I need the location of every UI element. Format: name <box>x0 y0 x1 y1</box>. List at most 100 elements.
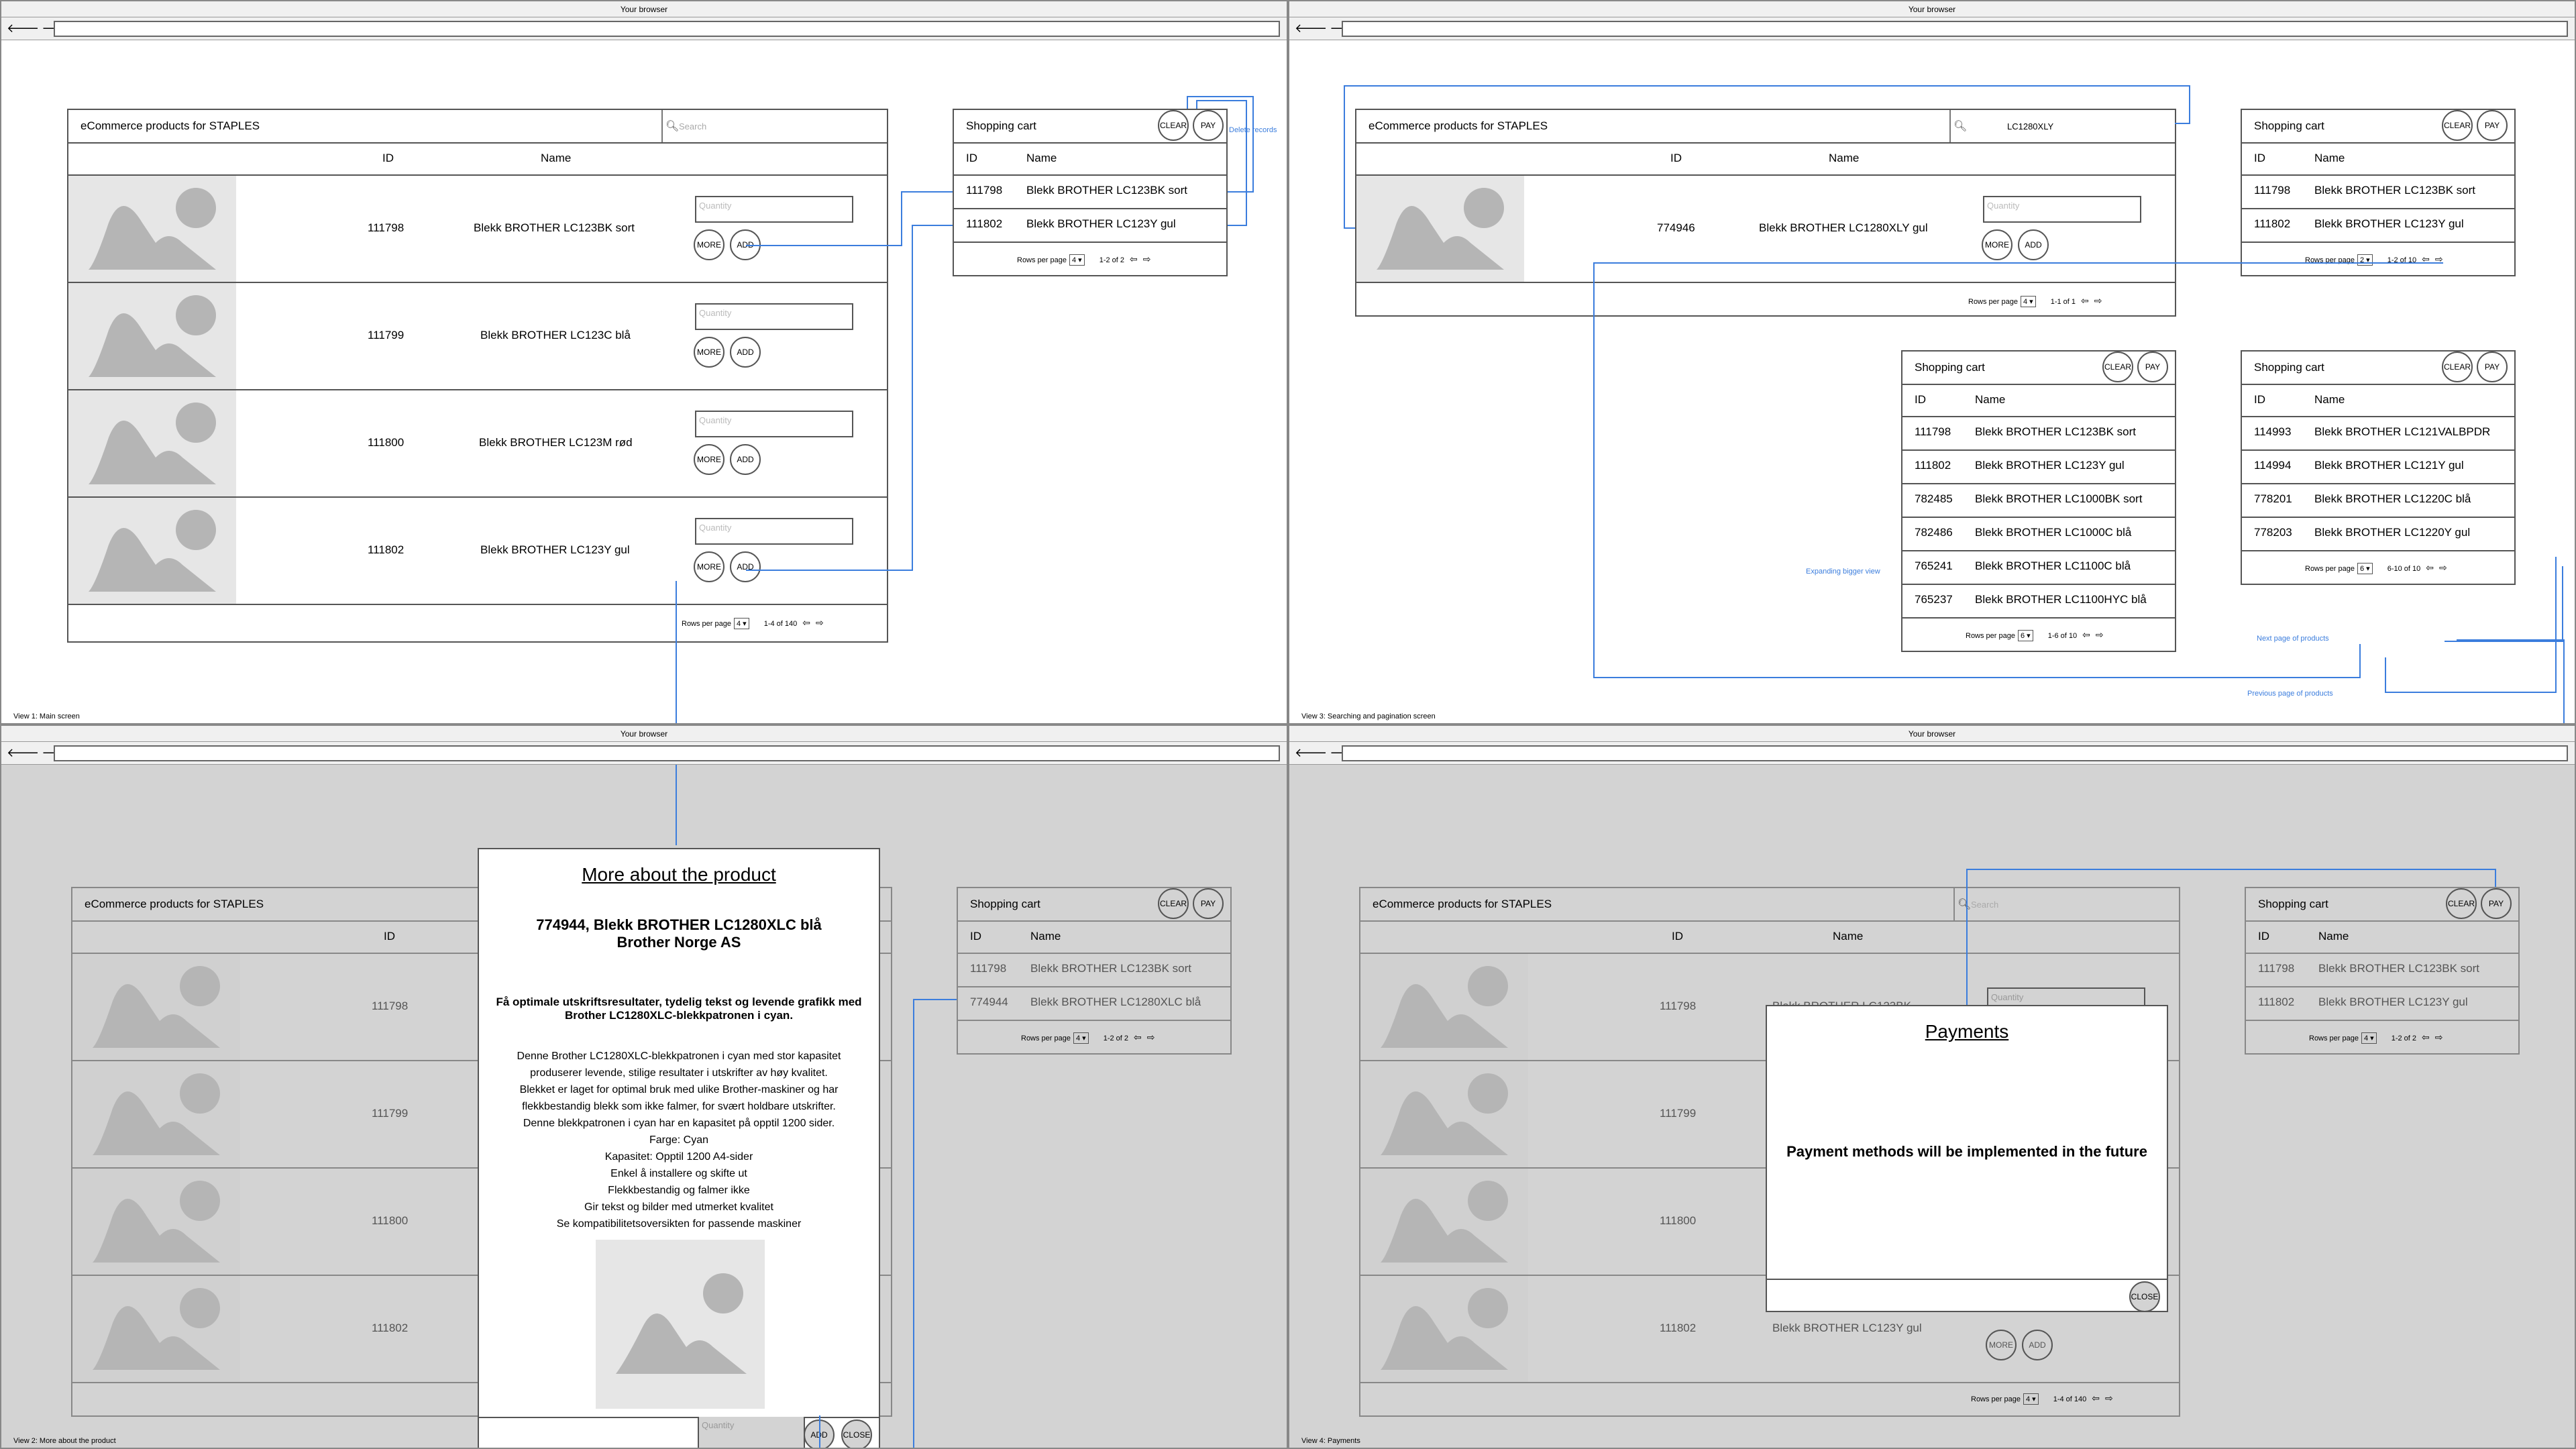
cart-row[interactable]: 114993 Blekk BROTHER LC121VALBPDR <box>2242 417 2514 451</box>
prev-page-icon[interactable]: ⇦ <box>1134 1032 1142 1042</box>
cart-row[interactable]: 765237 Blekk BROTHER LC1100HYC blå <box>1902 585 2175 619</box>
cart-row[interactable]: 111798 Blekk BROTHER LC123BK sort <box>2246 954 2518 987</box>
cart-row[interactable]: 774944 Blekk BROTHER LC1280XLC blå <box>958 987 1230 1021</box>
more-button[interactable]: MORE <box>694 337 724 368</box>
rows-select[interactable]: 4 ▾ <box>734 618 749 629</box>
add-button[interactable]: ADD <box>730 551 761 582</box>
prev-page-icon[interactable]: ⇦ <box>2082 629 2090 640</box>
cart-row[interactable]: 114994 Blekk BROTHER LC121Y gul <box>2242 451 2514 484</box>
add-button[interactable]: ADD <box>804 1419 835 1448</box>
quantity-input[interactable]: Quantity <box>1983 196 2141 223</box>
prev-page-icon[interactable]: ⇦ <box>2422 1032 2430 1042</box>
cart-row[interactable]: 111798 Blekk BROTHER LC123BK sort <box>958 954 1230 987</box>
url-bar[interactable] <box>1342 745 2568 761</box>
url-bar[interactable] <box>54 21 1280 37</box>
prev-page-icon[interactable]: ⇦ <box>2422 254 2430 264</box>
cart-rows-select[interactable]: 4 ▾ <box>1073 1032 1089 1044</box>
next-page-icon[interactable]: ⇨ <box>2435 1032 2443 1042</box>
cart-header: ID Name <box>954 142 1226 176</box>
clear-button[interactable]: CLEAR <box>2446 888 2477 919</box>
add-button[interactable]: ADD <box>2022 1330 2053 1360</box>
pay-button[interactable]: PAY <box>1193 888 1224 919</box>
add-button[interactable]: ADD <box>730 337 761 368</box>
cart-rows-select[interactable]: 6 ▾ <box>2357 563 2373 574</box>
cart-row[interactable]: 111798 Blekk BROTHER LC123BK sort <box>2242 176 2514 209</box>
clear-button[interactable]: CLEAR <box>2102 352 2133 382</box>
cart-row[interactable]: 111798 Blekk BROTHER LC123BK sort <box>954 176 1226 209</box>
cart-row[interactable]: 778201 Blekk BROTHER LC1220C blå <box>2242 484 2514 518</box>
product-image <box>68 498 236 604</box>
cart-row[interactable]: 111802 Blekk BROTHER LC123Y gul <box>2246 987 2518 1021</box>
quantity-input[interactable]: Quantity <box>695 196 853 223</box>
search-input[interactable]: 🔍︎ Search <box>1953 888 2182 922</box>
pay-button[interactable]: PAY <box>2477 110 2508 141</box>
more-button[interactable]: MORE <box>694 444 724 475</box>
product-image <box>1356 176 1524 282</box>
cart-row[interactable]: 111798 Blekk BROTHER LC123BK sort <box>1902 417 2175 451</box>
clear-button[interactable]: CLEAR <box>1158 110 1189 141</box>
store-title: eCommerce products for STAPLES <box>1368 119 1548 132</box>
quantity-input[interactable]: Quantity <box>695 411 853 437</box>
add-button[interactable]: ADD <box>2018 229 2049 260</box>
more-button[interactable]: MORE <box>1986 1330 2017 1360</box>
more-button[interactable]: MORE <box>1982 229 2012 260</box>
product-image <box>1360 1276 1528 1382</box>
close-button[interactable]: CLOSE <box>841 1419 872 1448</box>
cart-row[interactable]: 782486 Blekk BROTHER LC1000C blå <box>1902 518 2175 551</box>
description-line: Denne Brother LC1280XLC-blekkpatronen i … <box>517 1051 841 1062</box>
cart-rows-select[interactable]: 4 ▾ <box>1069 254 1085 266</box>
next-page-icon[interactable]: ⇨ <box>816 617 824 628</box>
view-4-window: Your browser 🡐🡒⟳ eCommerce products for … <box>1288 724 2576 1449</box>
pay-button[interactable]: PAY <box>1193 110 1224 141</box>
cart-row[interactable]: 765241 Blekk BROTHER LC1100C blå <box>1902 551 2175 585</box>
url-bar[interactable] <box>54 745 1280 761</box>
pay-button[interactable]: PAY <box>2477 352 2508 382</box>
quantity-input[interactable]: Quantity <box>695 303 853 330</box>
add-button[interactable]: ADD <box>730 444 761 475</box>
cart-pager: Rows per page 2 ▾ 1-2 of 10 ⇦ ⇨ <box>2305 254 2443 266</box>
rows-select[interactable]: 4 ▾ <box>2023 1393 2039 1405</box>
next-page-icon[interactable]: ⇨ <box>2096 629 2104 640</box>
clear-button[interactable]: CLEAR <box>1158 888 1189 919</box>
clear-button[interactable]: CLEAR <box>2442 110 2473 141</box>
quantity-input[interactable]: Quantity <box>698 1417 805 1448</box>
prev-page-icon[interactable]: ⇦ <box>802 617 810 628</box>
url-bar[interactable] <box>1342 21 2568 37</box>
prev-page-icon[interactable]: ⇦ <box>2081 295 2089 306</box>
close-button[interactable]: CLOSE <box>2129 1281 2160 1312</box>
next-page-icon[interactable]: ⇨ <box>2094 295 2102 306</box>
cart-rows-select[interactable]: 4 ▾ <box>2361 1032 2377 1044</box>
cart-row[interactable]: 778203 Blekk BROTHER LC1220Y gul <box>2242 518 2514 551</box>
cart-row[interactable]: 111802 Blekk BROTHER LC123Y gul <box>1902 451 2175 484</box>
product-image <box>72 1169 240 1275</box>
rows-select[interactable]: 4 ▾ <box>2021 296 2036 307</box>
payments-message: Payment methods will be implemented in t… <box>1786 1143 2147 1160</box>
next-page-icon[interactable]: ⇨ <box>1143 254 1151 264</box>
prev-page-icon[interactable]: ⇦ <box>2426 562 2434 573</box>
more-button[interactable]: MORE <box>694 551 724 582</box>
next-page-icon[interactable]: ⇨ <box>2105 1393 2113 1403</box>
add-button[interactable]: ADD <box>730 229 761 260</box>
store-title: eCommerce products for STAPLES <box>80 119 260 132</box>
cart-rows-select[interactable]: 6 ▾ <box>2018 630 2033 641</box>
next-page-icon[interactable]: ⇨ <box>2439 562 2447 573</box>
next-page-icon[interactable]: ⇨ <box>1147 1032 1155 1042</box>
more-button[interactable]: MORE <box>694 229 724 260</box>
product-description: Denne Brother LC1280XLC-blekkpatronen i … <box>486 1048 872 1232</box>
pay-button[interactable]: PAY <box>2481 888 2512 919</box>
prev-page-icon[interactable]: ⇦ <box>2092 1393 2100 1403</box>
next-page-icon[interactable]: ⇨ <box>2435 254 2443 264</box>
cart-row[interactable]: 111802 Blekk BROTHER LC123Y gul <box>954 209 1226 243</box>
cart-rows-select[interactable]: 2 ▾ <box>2357 254 2373 266</box>
pay-button[interactable]: PAY <box>2137 352 2168 382</box>
quantity-input[interactable]: Quantity <box>695 518 853 545</box>
cart-row[interactable]: 782485 Blekk BROTHER LC1000BK sort <box>1902 484 2175 518</box>
store-title: eCommerce products for STAPLES <box>1373 898 1552 910</box>
cart-row[interactable]: 111802 Blekk BROTHER LC123Y gul <box>2242 209 2514 243</box>
view-label: View 1: Main screen <box>13 712 80 720</box>
clear-button[interactable]: CLEAR <box>2442 352 2473 382</box>
search-input[interactable]: 🔍︎ LC1280XLY <box>1949 110 2178 144</box>
search-input[interactable]: 🔍︎ Search <box>661 110 890 144</box>
prev-page-icon[interactable]: ⇦ <box>1130 254 1138 264</box>
product-panel: eCommerce products for STAPLES 🔍︎ LC1280X… <box>1355 109 2176 317</box>
